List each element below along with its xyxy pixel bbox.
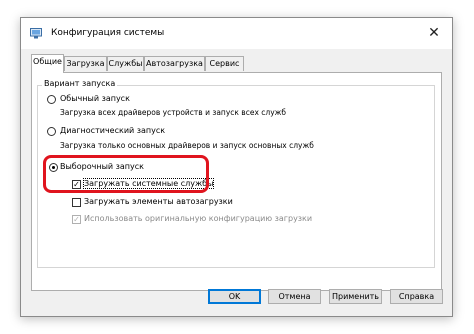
help-button[interactable]: Справка xyxy=(390,289,443,304)
normal-startup-radio[interactable] xyxy=(47,95,56,104)
tab-tools[interactable]: Сервис xyxy=(205,56,244,71)
tab-general[interactable]: Общие xyxy=(31,54,64,73)
tab-services[interactable]: Службы xyxy=(107,56,144,71)
load-startup-items-label[interactable]: Загружать элементы автозагрузки xyxy=(84,197,233,206)
use-original-boot-config-label: Использовать оригинальную конфигурацию з… xyxy=(84,214,313,223)
startup-group-label: Вариант запуска xyxy=(42,79,118,88)
msconfig-icon xyxy=(30,28,42,39)
selective-startup-highlight xyxy=(43,155,209,193)
diagnostic-startup-description: Загрузка только основных драйверов и зап… xyxy=(60,141,314,150)
close-icon: ✕ xyxy=(428,25,440,41)
ok-button[interactable]: OK xyxy=(208,289,261,304)
normal-startup-description: Загрузка всех драйверов устройств и запу… xyxy=(60,108,287,117)
tab-boot[interactable]: Загрузка xyxy=(64,56,107,71)
diagnostic-startup-label[interactable]: Диагностический запуск xyxy=(60,126,165,135)
load-startup-items-checkbox[interactable] xyxy=(72,198,81,207)
tab-startup[interactable]: Автозагрузка xyxy=(144,56,205,71)
close-button[interactable]: ✕ xyxy=(416,18,452,49)
use-original-boot-config-checkbox: ✓ xyxy=(72,215,81,224)
diagnostic-startup-radio[interactable] xyxy=(47,127,56,136)
apply-button[interactable]: Применить xyxy=(329,289,382,304)
normal-startup-label[interactable]: Обычный запуск xyxy=(60,94,130,103)
window-title: Конфигурация системы xyxy=(51,28,165,38)
title-bar[interactable]: Конфигурация системы ✕ xyxy=(21,18,452,49)
cancel-button[interactable]: Отмена xyxy=(268,289,321,304)
